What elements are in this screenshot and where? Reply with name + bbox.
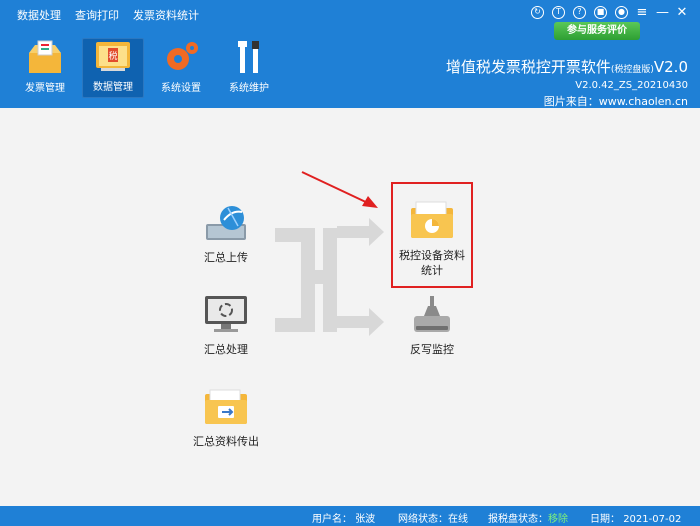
summary-upload-label: 汇总上传 xyxy=(204,251,248,264)
summary-export-label: 汇总资料传出 xyxy=(193,435,259,448)
upload-earth-icon xyxy=(206,206,246,240)
summary-upload[interactable]: 汇总上传 xyxy=(196,202,256,265)
red-arrow-line xyxy=(301,171,371,205)
tax-device-stats-label: 税控设备资料统计 xyxy=(399,249,465,277)
status-date: 日期： 2021-07-02 xyxy=(590,514,682,525)
summary-process-label: 汇总处理 xyxy=(204,343,248,356)
folder-chart-icon xyxy=(411,201,453,238)
monitor-refresh-icon xyxy=(205,296,247,332)
tax-device-stats[interactable]: 税控设备资料统计 xyxy=(393,200,471,278)
status-bar: 用户名： 张波 网络状态：在线 报税盘状态：移除 日期： 2021-07-02 xyxy=(0,506,700,526)
status-network: 网络状态：在线 xyxy=(398,514,468,525)
writeback-monitor-label: 反写监控 xyxy=(410,343,454,356)
status-user: 用户名： 张波 xyxy=(312,514,376,525)
summary-process[interactable]: 汇总处理 xyxy=(196,294,256,357)
drive-broom-icon xyxy=(414,296,450,332)
writeback-monitor[interactable]: 反写监控 xyxy=(402,294,462,357)
summary-export[interactable]: 汇总资料传出 xyxy=(188,386,264,449)
flow-connectors xyxy=(275,171,384,336)
status-tax-disk: 报税盘状态：移除 xyxy=(488,514,568,525)
folder-export-icon xyxy=(205,389,247,424)
